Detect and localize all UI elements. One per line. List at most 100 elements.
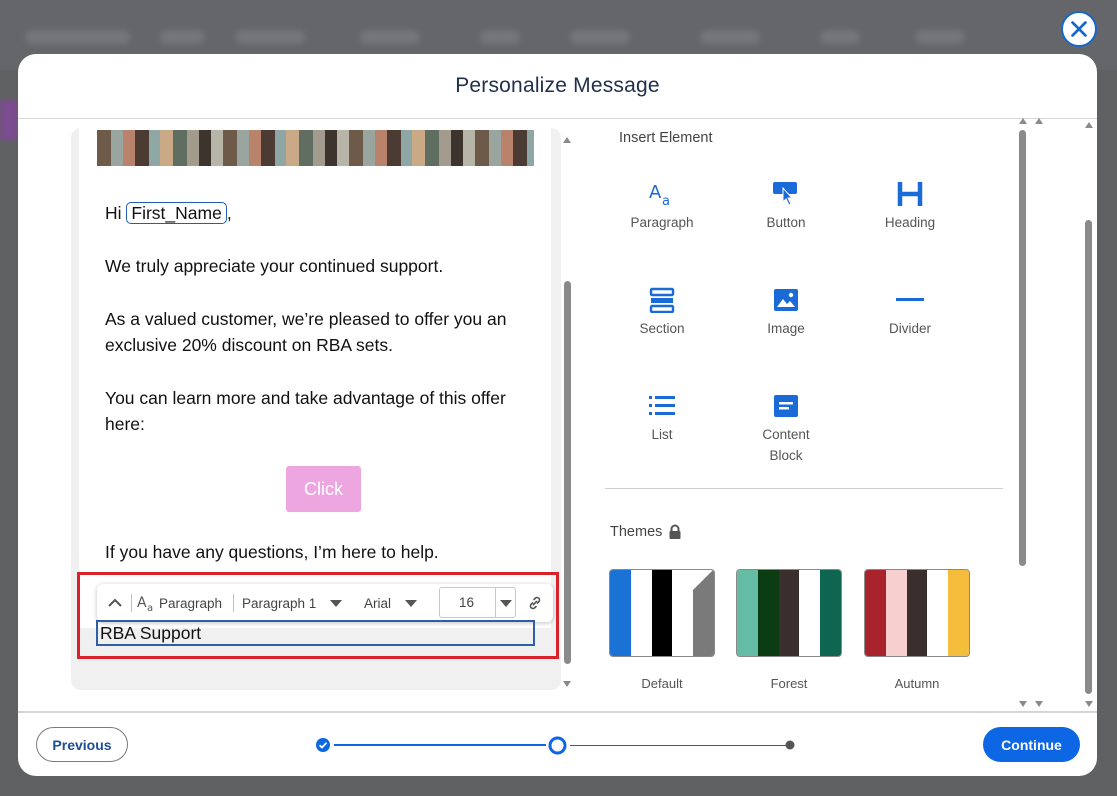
insert-list-tile[interactable]: List <box>607 390 717 470</box>
blurred-accent <box>0 100 18 140</box>
elements-scroll-down[interactable] <box>1019 701 1027 707</box>
tile-label: Heading <box>884 215 936 230</box>
toolbar-separator <box>233 594 234 612</box>
style-dropdown[interactable]: Paragraph 1 <box>242 584 343 622</box>
insert-link-button[interactable] <box>527 584 543 622</box>
blurred-nav-item <box>25 30 130 44</box>
style-value: Paragraph 1 <box>242 595 317 611</box>
svg-text:A: A <box>137 595 147 611</box>
elements-scroll-up[interactable] <box>1019 118 1027 124</box>
svg-text:a: a <box>147 603 153 613</box>
title-divider <box>18 118 1097 119</box>
blurred-nav-item <box>480 30 520 44</box>
step-current-icon <box>548 736 567 755</box>
text-format-toolbar: Aa Paragraph Paragraph 1 Arial 16 <box>97 584 553 622</box>
email-cta-button[interactable]: Click <box>286 466 361 512</box>
insert-content-block-tile[interactable]: Content Block <box>731 390 841 470</box>
paragraph-icon: Aa <box>137 595 153 613</box>
tile-label: List <box>651 427 673 442</box>
greeting-suffix: , <box>226 203 232 223</box>
insert-element-title: Insert Element <box>619 130 713 146</box>
blurred-nav-item <box>570 30 630 44</box>
continue-button[interactable]: Continue <box>983 727 1080 762</box>
caret-down-icon <box>330 599 343 607</box>
tile-label: Button <box>766 215 806 230</box>
close-icon <box>1071 21 1087 37</box>
modal-title: Personalize Message <box>455 74 660 97</box>
insert-heading-tile[interactable]: Heading <box>855 178 965 258</box>
preview-scroll-down[interactable] <box>563 681 571 687</box>
paragraph-line: exclusive 20% discount on RBA sets. <box>105 335 393 355</box>
theme-label: Forest <box>770 676 808 691</box>
font-size-value: 16 <box>459 595 475 610</box>
tile-label: Content Block <box>762 424 809 466</box>
elements-scroll-down-secondary[interactable] <box>1035 701 1043 707</box>
greeting-prefix: Hi <box>105 203 122 223</box>
modal-scroll-up[interactable] <box>1085 122 1093 128</box>
section-icon <box>649 287 675 313</box>
block-type-selector[interactable]: Aa Paragraph <box>137 584 222 622</box>
font-value: Arial <box>364 595 392 611</box>
toolbar-separator <box>131 594 132 612</box>
divider-icon <box>896 298 924 301</box>
section-divider <box>605 488 1003 489</box>
preview-scrollbar-thumb[interactable] <box>564 281 571 664</box>
theme-label: Autumn <box>894 676 940 691</box>
blurred-nav-item <box>700 30 760 44</box>
tile-label: Image <box>767 321 805 336</box>
email-canvas[interactable]: Hi First_Name, We truly appreciate your … <box>79 128 551 628</box>
themes-title: Themes <box>610 524 682 540</box>
email-paragraph-1[interactable]: We truly appreciate your continued suppo… <box>105 253 443 279</box>
insert-button-tile[interactable]: Button <box>731 178 841 258</box>
previous-button[interactable]: Previous <box>36 727 128 762</box>
email-banner-image <box>97 130 534 166</box>
elements-scroll-up-secondary[interactable] <box>1035 118 1043 124</box>
blurred-nav-item <box>915 30 965 44</box>
email-greeting[interactable]: Hi First_Name, <box>105 200 232 226</box>
blurred-nav-item <box>160 30 205 44</box>
theme-autumn-card[interactable] <box>864 569 970 657</box>
chevron-up-icon <box>108 598 122 607</box>
list-icon <box>649 396 675 415</box>
tile-label: Section <box>639 321 685 336</box>
blurred-nav-item <box>360 30 420 44</box>
caret-down-icon <box>500 600 512 607</box>
svg-text:A: A <box>649 182 662 203</box>
theme-label: Default <box>641 676 683 691</box>
email-paragraph-4[interactable]: If you have any questions, I’m here to h… <box>105 539 439 565</box>
collapse-toolbar-button[interactable] <box>107 584 123 622</box>
insert-paragraph-tile[interactable]: Aa Paragraph <box>607 178 717 258</box>
email-paragraph-3[interactable]: You can learn more and take advantage of… <box>105 385 506 437</box>
tile-label-line: Content <box>762 427 810 442</box>
signature-text-field[interactable]: RBA Support <box>96 620 535 646</box>
elements-scrollbar-thumb[interactable] <box>1019 130 1026 566</box>
button-icon <box>773 182 797 206</box>
first-name-merge-tag[interactable]: First_Name <box>126 202 227 224</box>
blurred-nav-item <box>235 30 305 44</box>
insert-divider-tile[interactable]: Divider <box>855 284 965 364</box>
tile-label-line: Block <box>769 448 803 463</box>
footer-divider <box>18 711 1097 713</box>
blurred-nav-item <box>820 30 860 44</box>
theme-default-card[interactable] <box>609 569 715 657</box>
modal-scrollbar-thumb[interactable] <box>1085 220 1092 694</box>
theme-forest-card[interactable] <box>736 569 842 657</box>
paragraph-line: As a valued customer, we’re pleased to o… <box>105 309 507 329</box>
preview-scroll-up[interactable] <box>563 137 571 143</box>
step-complete-icon <box>316 738 330 752</box>
insert-image-tile[interactable]: Image <box>731 284 841 364</box>
email-paragraph-2[interactable]: As a valued customer, we’re pleased to o… <box>105 306 506 358</box>
close-button[interactable] <box>1061 11 1097 47</box>
font-size-dropdown[interactable]: 16 <box>439 587 516 618</box>
block-type-label: Paragraph <box>159 595 223 611</box>
font-dropdown[interactable]: Arial <box>364 584 418 622</box>
lock-icon <box>669 524 681 539</box>
personalize-message-modal: Personalize Message Hi First_Name, We tr… <box>18 54 1097 776</box>
content-block-icon <box>774 395 798 417</box>
insert-section-tile[interactable]: Section <box>607 284 717 364</box>
step-connector-complete <box>334 744 546 746</box>
toolbar-separator <box>495 588 496 617</box>
modal-scroll-down[interactable] <box>1085 701 1093 707</box>
tile-label: Divider <box>888 321 931 336</box>
image-icon <box>774 289 798 311</box>
